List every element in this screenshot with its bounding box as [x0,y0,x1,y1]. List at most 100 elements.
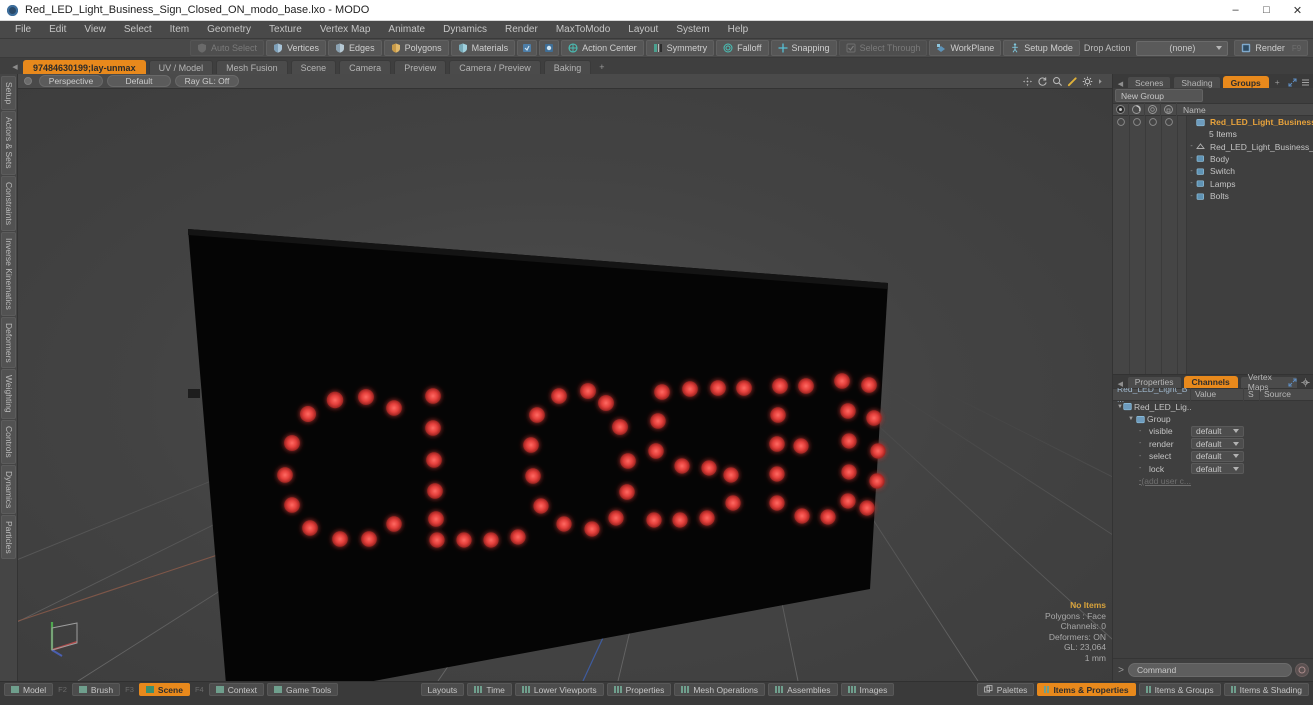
tab-channels[interactable]: Channels [1183,375,1238,388]
panel-toggle-lower-viewports[interactable]: Lower Viewports [514,683,604,696]
panel-toggle-properties[interactable]: Properties [606,683,672,696]
channels-gear-icon[interactable] [1301,378,1310,387]
tree-row[interactable]: - Lamps [1113,178,1313,190]
toggle-lock[interactable] [1161,118,1177,127]
maximize-channels-icon[interactable] [1288,377,1297,387]
maximize-panel-icon[interactable] [1288,78,1297,87]
sidebar-item-weighting[interactable]: Weighting [1,369,16,419]
channel-value-select[interactable]: default [1191,463,1244,475]
menu-item-view[interactable]: View [75,22,115,37]
menu-item-geometry[interactable]: Geometry [198,22,260,37]
menu-item-animate[interactable]: Animate [379,22,434,37]
group-tree[interactable]: Red_LED_Light_Business ...5 Items - Red_LE… [1113,116,1313,374]
polygons-button[interactable]: Polygons [383,40,449,56]
layout-button-items-groups[interactable]: Items & Groups [1138,683,1221,696]
layout-button-items-properties[interactable]: Items & Properties [1037,683,1136,696]
tab-properties[interactable]: Properties [1126,375,1182,388]
panel-toggle-time[interactable]: Time [467,683,512,696]
mode-button-model[interactable]: Model [4,683,54,696]
menu-item-item[interactable]: Item [161,22,198,37]
menu-item-maxtomodo[interactable]: MaxToModo [547,22,619,37]
sidebar-item-constraints[interactable]: Constraints [1,175,16,231]
panel-toggle-layouts[interactable]: Layouts [420,683,465,696]
mode-button-context[interactable]: Context [208,683,265,696]
tree-row[interactable]: - Switch [1113,165,1313,177]
tab-scenes[interactable]: Scenes [1127,76,1172,88]
viewport-tab-3[interactable]: Scene [290,60,337,74]
tree-row[interactable]: - Red_LED_Light_Business_S... [1113,140,1313,152]
tree-row[interactable]: Red_LED_Light_Business ... [1113,116,1313,128]
gear-icon[interactable] [1082,76,1093,87]
menu-item-system[interactable]: System [667,22,718,37]
viewport-tab-5[interactable]: Preview [394,60,447,74]
toggle-select[interactable] [1145,118,1161,127]
mode-button-brush[interactable]: Brush [71,683,121,696]
tab-groups[interactable]: Groups [1222,76,1269,88]
symmetry-button[interactable]: Symmetry [645,40,715,56]
channel-row[interactable]: - lock default [1113,462,1313,475]
channel-row[interactable]: ▼ Group [1113,413,1313,425]
viewport-3d[interactable]: No Items Polygons : Face Channels: 0 Def… [18,89,1112,681]
render-button[interactable]: Render F9 [1234,40,1309,56]
layout-button-palettes[interactable]: Palettes [976,683,1035,696]
channel-row[interactable]: - visible default [1113,425,1313,437]
add-panel-tab-button[interactable]: + [1271,76,1284,88]
menu-item-edit[interactable]: Edit [40,22,75,37]
maximize-button[interactable]: □ [1251,0,1282,21]
panel-toggle-assemblies[interactable]: Assemblies [768,683,838,696]
rotate-icon[interactable] [1037,76,1048,87]
add-tab-button[interactable]: + [594,60,609,74]
pan-icon[interactable] [1022,76,1033,87]
axis-gizmo[interactable] [44,616,86,663]
channels-rows[interactable]: ▼ Red_LED_Lig... ▼ Group - visible default - ren… [1113,401,1313,659]
panel-scroll-left-icon[interactable]: ◀ [1116,76,1125,88]
tree-row[interactable]: - Body [1113,153,1313,165]
command-input[interactable]: Command [1128,663,1292,677]
tabstrip-scroll-left-icon[interactable]: ◀ [10,60,20,74]
workplane-button[interactable]: WorkPlane [929,40,1002,56]
layout-button-items-shading[interactable]: Items & Shading [1223,683,1309,696]
light-tool-icon[interactable] [1067,76,1078,87]
menu-item-help[interactable]: Help [719,22,758,37]
channel-row[interactable]: - select default [1113,450,1313,462]
toggle-render[interactable] [1129,118,1145,127]
viewport-tab-2[interactable]: Mesh Fusion [216,60,288,74]
sidebar-item-dynamics[interactable]: Dynamics [1,464,16,514]
sidebar-item-inverse-kinematics[interactable]: Inverse Kinematics [1,231,16,316]
vertices-button[interactable]: Vertices [266,40,327,56]
viewport-raygl-select[interactable]: Ray GL: Off [175,75,239,87]
viewport-perspective-select[interactable]: Perspective [39,75,103,87]
tree-row[interactable]: - Bolts [1113,190,1313,202]
tab-shading[interactable]: Shading [1173,76,1221,88]
menu-item-vertex-map[interactable]: Vertex Map [311,22,380,37]
channel-expand-icon[interactable]: ▼ [1128,416,1136,422]
materials-button[interactable]: Materials [450,40,516,56]
selection-mode-a-button[interactable] [517,40,538,56]
edges-button[interactable]: Edges [328,40,382,56]
viewport-tab-0[interactable]: 97484630199;lay-unmax [23,60,146,74]
menu-item-dynamics[interactable]: Dynamics [434,22,496,37]
channels-scroll-left-icon[interactable]: ◀ [1116,376,1125,388]
falloff-button[interactable]: Falloff [716,40,769,56]
auto-select-button[interactable]: Auto Select [190,40,265,56]
viewport-menu-arrow-icon[interactable] [1097,76,1104,87]
channel-value-select[interactable]: default [1191,450,1244,462]
viewport-tab-7[interactable]: Baking [543,60,592,74]
visible-column-icon[interactable] [1113,103,1129,116]
mode-button-game-tools[interactable]: Game Tools [267,683,339,696]
select-column-icon[interactable] [1145,103,1161,116]
render-column-icon[interactable] [1129,103,1145,116]
led-sign-mesh[interactable] [188,229,890,681]
panel-options-icon[interactable] [1301,78,1310,87]
viewport-tab-4[interactable]: Camera [339,60,392,74]
setup-mode-button[interactable]: Setup Mode [1003,40,1080,56]
channel-row[interactable]: - (add user c... [1113,475,1313,487]
mode-button-scene[interactable]: Scene [138,683,190,696]
minimize-button[interactable]: – [1220,0,1251,21]
sidebar-item-particles[interactable]: Particles [1,514,16,560]
viewport-menu-icon[interactable] [24,77,32,85]
command-execute-button[interactable] [1295,663,1309,677]
viewport-tab-1[interactable]: UV / Model [148,60,214,74]
sidebar-item-setup[interactable]: Setup [1,76,16,111]
viewport-shading-select[interactable]: Default [107,75,171,87]
